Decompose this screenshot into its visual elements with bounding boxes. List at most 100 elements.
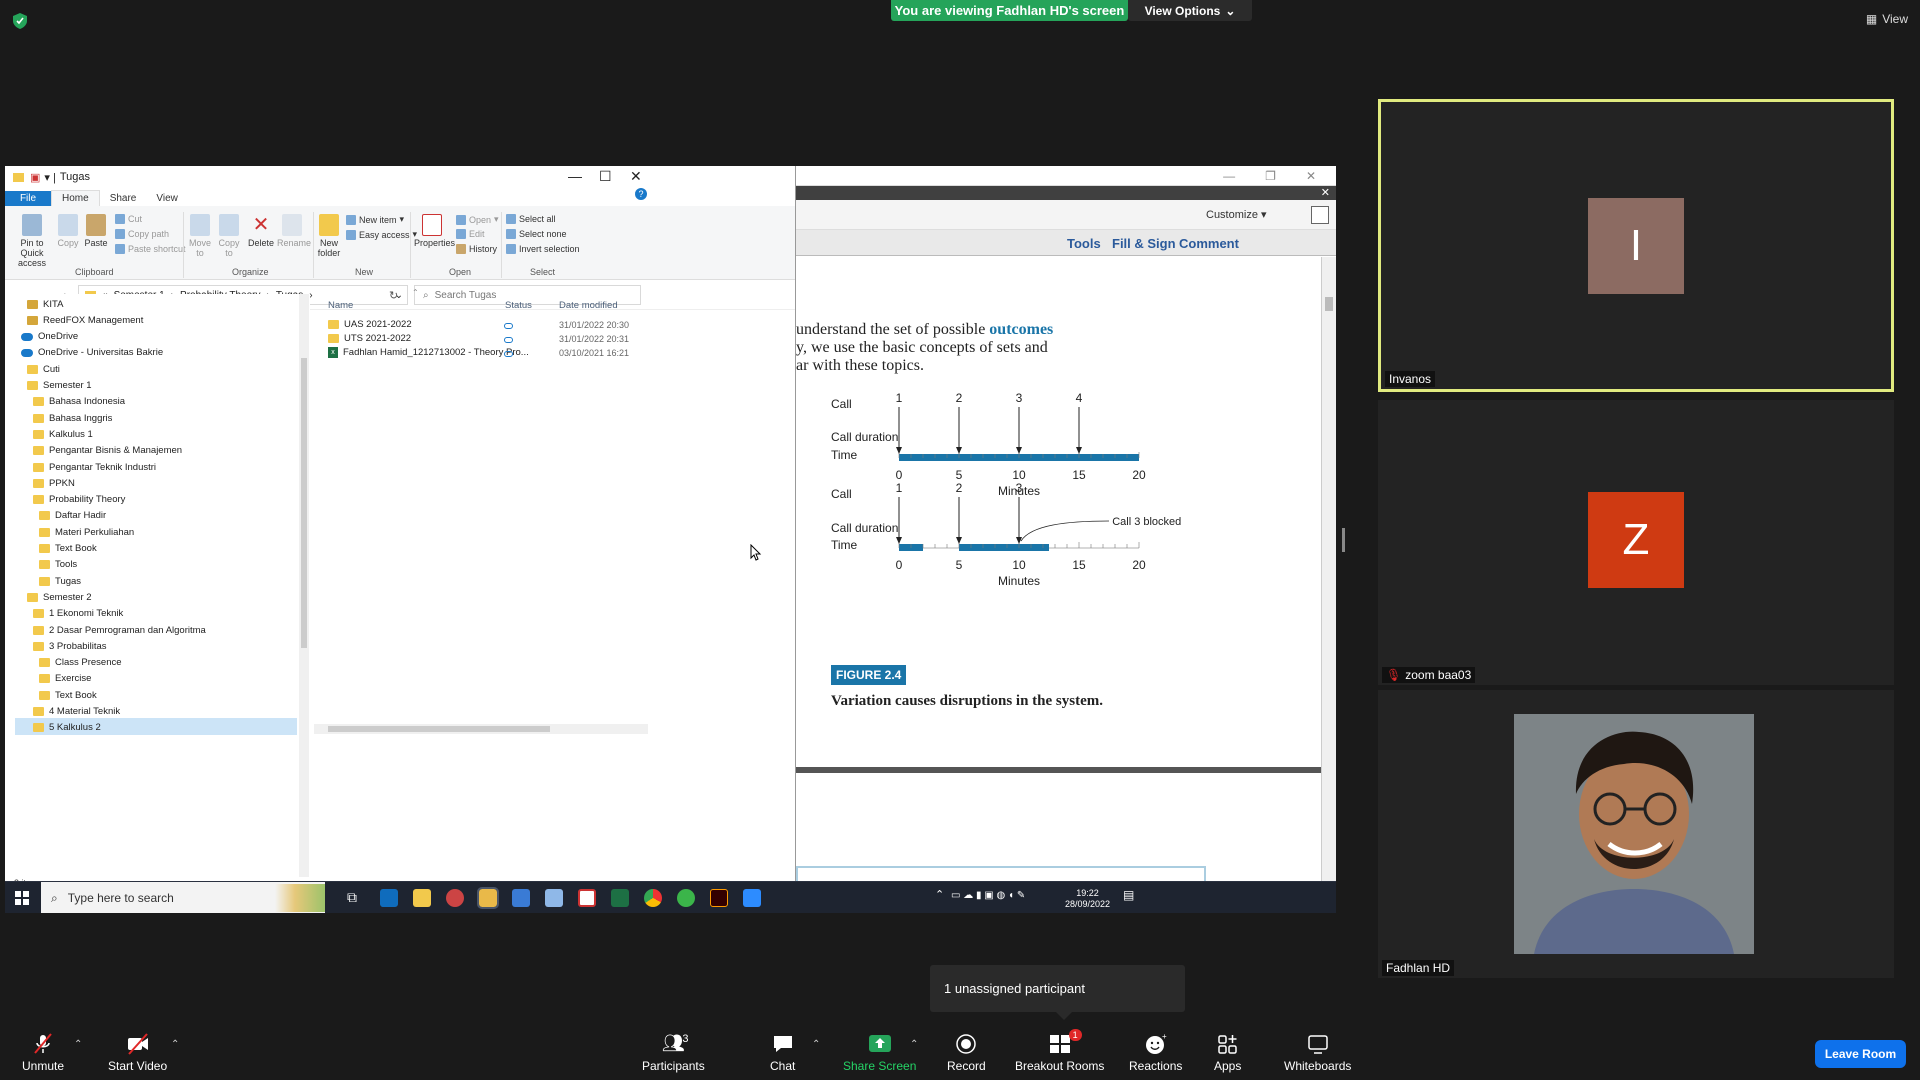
column-date-modified[interactable]: Date modified xyxy=(559,300,618,311)
select-all-button[interactable]: Select all xyxy=(506,214,556,224)
invert-selection-button[interactable]: Invert selection xyxy=(506,244,580,254)
file-row[interactable]: x Fadhlan Hamid_1212713002 - Theory Pro..… xyxy=(328,347,529,358)
taskbar-clock[interactable]: 19:22 28/09/2022 xyxy=(1065,888,1110,910)
edit-button[interactable]: Edit xyxy=(456,229,485,239)
file-row[interactable]: UTS 2021-2022 xyxy=(328,333,411,344)
tab-tools[interactable]: Tools xyxy=(1067,236,1101,251)
tree-item[interactable]: Text Book xyxy=(39,687,97,703)
delete-button[interactable]: ✕ Delete xyxy=(248,214,274,248)
cut-button[interactable]: Cut xyxy=(115,214,142,224)
tree-item[interactable]: OneDrive - Universitas Bakrie xyxy=(21,345,163,361)
tree-scroll-thumb[interactable] xyxy=(301,358,307,648)
tab-view[interactable]: View xyxy=(146,191,188,206)
tree-item[interactable]: Pengantar Bisnis & Manajemen xyxy=(33,443,182,459)
tree-item[interactable]: Class Presence xyxy=(39,655,122,671)
easy-access-button[interactable]: Easy access ▾ xyxy=(346,229,417,240)
tree-item[interactable]: Daftar Hadir xyxy=(39,508,106,524)
column-status[interactable]: Status xyxy=(505,300,532,311)
zoom-taskbar-icon[interactable] xyxy=(743,889,761,907)
whatsapp-icon[interactable] xyxy=(677,889,695,907)
view-options-button[interactable]: View Options ⌄ xyxy=(1128,0,1252,21)
tab-file[interactable]: File xyxy=(5,191,51,206)
snipping-tool-icon[interactable] xyxy=(446,889,464,907)
video-options-chevron-icon[interactable]: ⌃ xyxy=(171,1039,179,1050)
tree-item[interactable]: Probability Theory xyxy=(33,492,125,508)
close-doc-icon[interactable]: ✕ xyxy=(1321,186,1330,199)
chat-options-chevron-icon[interactable]: ⌃ xyxy=(812,1039,820,1050)
tree-item[interactable]: Tugas xyxy=(39,573,81,589)
chat-button[interactable]: Chat xyxy=(770,1033,795,1073)
tab-share[interactable]: Share xyxy=(100,191,147,206)
close-icon[interactable]: ✕ xyxy=(1306,169,1316,183)
paste-shortcut-button[interactable]: Paste shortcut xyxy=(115,244,186,254)
history-button[interactable]: History xyxy=(456,244,497,254)
minimize-icon[interactable]: — xyxy=(568,168,582,184)
file-list-scroll-thumb[interactable] xyxy=(328,726,550,732)
quick-access-icons[interactable]: ▣ xyxy=(30,171,40,184)
customize-dropdown[interactable]: Customize ▾ xyxy=(1206,208,1267,221)
pdf-scroll-thumb[interactable] xyxy=(1325,297,1333,311)
tab-fill-sign[interactable]: Fill & Sign xyxy=(1112,236,1176,251)
audio-options-chevron-icon[interactable]: ⌃ xyxy=(74,1039,82,1050)
illustrator-icon[interactable] xyxy=(710,889,728,907)
tree-item[interactable]: PPKN xyxy=(33,475,75,491)
tray-overflow-icon[interactable]: ⌃ xyxy=(935,890,944,901)
sticky-notes-icon[interactable] xyxy=(413,889,431,907)
close-icon[interactable]: ✕ xyxy=(630,168,642,185)
select-none-button[interactable]: Select none xyxy=(506,229,567,239)
copy-to-button[interactable]: Copy to xyxy=(216,214,242,258)
tree-item[interactable]: Materi Perkuliahan xyxy=(39,524,134,540)
tray-apps-icons[interactable]: ▭ ☁ ▮ ▣ ◍ ◖ ✎ xyxy=(951,890,1025,901)
leave-room-button[interactable]: Leave Room xyxy=(1815,1040,1906,1068)
tree-item[interactable]: 4 Material Teknik xyxy=(33,704,120,720)
windows-start-icon[interactable] xyxy=(15,891,29,905)
tree-item[interactable]: Semester 1 xyxy=(27,378,92,394)
open-button[interactable]: Open ▾ xyxy=(456,214,499,225)
tree-item[interactable]: Cuti xyxy=(27,361,60,377)
tree-item[interactable]: 5 Kalkulus 2 xyxy=(33,720,101,736)
new-item-button[interactable]: New item ▾ xyxy=(346,214,404,225)
view-button[interactable]: ▦ View xyxy=(1866,12,1908,26)
record-button[interactable]: Record xyxy=(947,1033,986,1073)
file-list-scrollbar[interactable] xyxy=(314,724,648,734)
tree-item[interactable]: Tools xyxy=(39,557,77,573)
unmute-button[interactable]: Unmute xyxy=(22,1033,64,1073)
tree-item[interactable]: Semester 2 xyxy=(27,589,92,605)
expand-icon[interactable] xyxy=(1311,206,1329,224)
properties-button[interactable]: Properties xyxy=(414,214,455,248)
acrobat-icon[interactable] xyxy=(578,889,596,907)
pin-quick-access-button[interactable]: Pin to Quick access xyxy=(9,214,55,268)
tree-item[interactable]: 1 Ekonomi Teknik xyxy=(33,606,123,622)
participants-button[interactable]: 👥︎ 3 Participants xyxy=(642,1033,705,1073)
tree-item[interactable]: 2 Dasar Pemrograman dan Algoritma xyxy=(33,622,206,638)
chrome-icon[interactable] xyxy=(644,889,662,907)
rename-button[interactable]: Rename xyxy=(277,214,311,248)
participant-tile[interactable]: Fadhlan HD xyxy=(1378,690,1894,978)
restore-icon[interactable]: ❐ xyxy=(1265,169,1276,183)
dropdown-arrow-icon[interactable]: ▾ | xyxy=(44,171,55,184)
minimize-icon[interactable]: — xyxy=(1223,169,1235,183)
tree-item[interactable]: Text Book xyxy=(39,541,97,557)
reactions-button[interactable]: + Reactions xyxy=(1129,1033,1182,1073)
move-to-button[interactable]: Move to xyxy=(187,214,213,258)
taskbar-search-box[interactable]: ⌕ Type here to search xyxy=(41,882,325,913)
tree-scrollbar[interactable] xyxy=(299,294,309,877)
participant-tile[interactable]: I Invanos xyxy=(1378,99,1894,392)
column-name[interactable]: Name xyxy=(328,300,353,311)
panel-resize-handle[interactable] xyxy=(1342,528,1345,552)
paste-button[interactable]: Paste xyxy=(84,214,108,248)
tree-item[interactable]: Kalkulus 1 xyxy=(33,426,93,442)
share-screen-button[interactable]: Share Screen xyxy=(843,1033,916,1073)
tree-item[interactable]: ReedFOX Management xyxy=(27,312,143,328)
tree-item[interactable]: Pengantar Teknik Industri xyxy=(33,459,156,475)
whiteboards-button[interactable]: Whiteboards xyxy=(1284,1033,1351,1073)
file-explorer-taskbar-icon[interactable] xyxy=(477,887,499,909)
notepad-icon[interactable] xyxy=(545,889,563,907)
security-shield-icon[interactable] xyxy=(13,13,27,29)
notifications-icon[interactable]: ▤ xyxy=(1123,889,1134,901)
pdf-vertical-scrollbar[interactable] xyxy=(1321,257,1336,881)
participant-tile[interactable]: Z 🎙︎ zoom baa03 xyxy=(1378,400,1894,685)
outlook-icon[interactable] xyxy=(380,889,398,907)
calculator-icon[interactable] xyxy=(512,889,530,907)
tree-item[interactable]: 3 Probabilitas xyxy=(33,638,107,654)
